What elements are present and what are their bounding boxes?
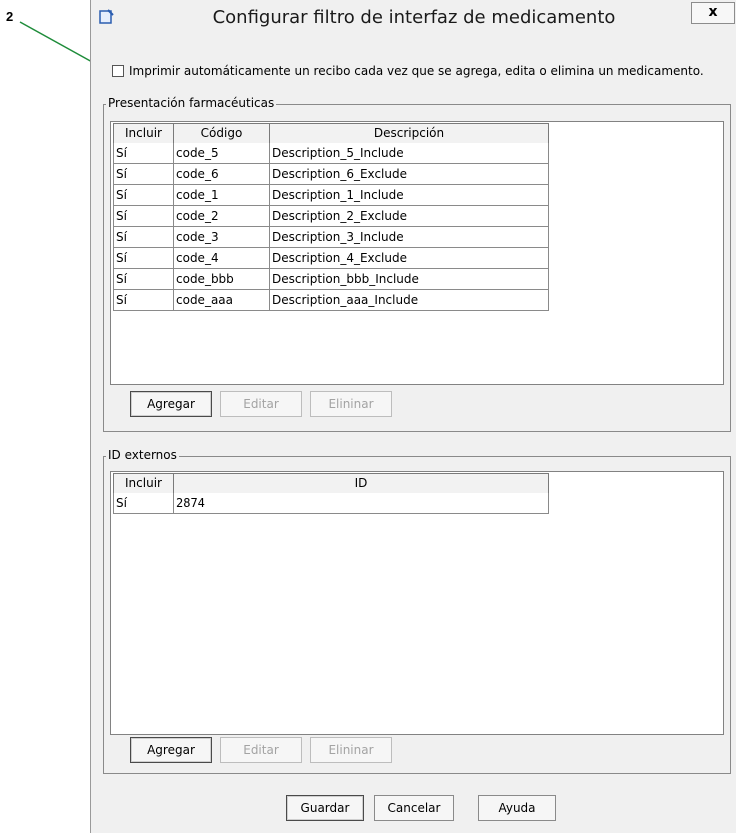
cell-incluir: Sí (113, 227, 174, 248)
help-button[interactable]: Ayuda (478, 795, 556, 821)
cell-descripcion: Description_5_Include (270, 143, 549, 164)
auto-print-label: Imprimir automáticamente un recibo cada … (129, 64, 704, 78)
cell-incluir: Sí (113, 269, 174, 290)
title-bar: Configurar filtro de interfaz de medicam… (91, 0, 736, 36)
cell-incluir: Sí (113, 493, 174, 514)
cell-incluir: Sí (113, 248, 174, 269)
column-header-id[interactable]: ID (173, 473, 549, 494)
dialog-title: Configurar filtro de interfaz de medicam… (212, 7, 616, 28)
delete-button[interactable]: Elininar (310, 737, 392, 763)
cell-descripcion: Description_2_Exclude (270, 206, 549, 227)
cancel-button[interactable]: Cancelar (374, 795, 454, 821)
presentations-group: Presentación farmacéuticas Incluir Códig… (103, 96, 731, 432)
cell-descripcion: Description_bbb_Include (270, 269, 549, 290)
cell-codigo: code_bbb (174, 269, 270, 290)
cell-codigo: code_6 (174, 164, 270, 185)
cell-incluir: Sí (113, 164, 174, 185)
cell-incluir: Sí (113, 290, 174, 311)
column-header-descripcion[interactable]: Descripción (269, 123, 549, 144)
cell-incluir: Sí (113, 143, 174, 164)
auto-print-checkbox[interactable] (112, 65, 124, 77)
edit-button[interactable]: Editar (220, 391, 302, 417)
add-button[interactable]: Agregar (130, 391, 212, 417)
cell-codigo: code_1 (174, 185, 270, 206)
cell-descripcion: Description_3_Include (270, 227, 549, 248)
configure-filter-dialog: Configurar filtro de interfaz de medicam… (90, 0, 736, 833)
column-header-incluir[interactable]: Incluir (113, 473, 174, 494)
cell-codigo: code_2 (174, 206, 270, 227)
external-ids-group: ID externos Incluir ID Sí 2874 Agregar E… (103, 448, 731, 774)
presentations-table[interactable]: Incluir Código Descripción Sí code_5 Des… (110, 121, 724, 385)
add-button[interactable]: Agregar (130, 737, 212, 763)
delete-button[interactable]: Elininar (310, 391, 392, 417)
external-ids-table[interactable]: Incluir ID Sí 2874 (110, 471, 724, 735)
column-header-codigo[interactable]: Código (173, 123, 270, 144)
close-button[interactable]: x (691, 2, 735, 24)
cell-incluir: Sí (113, 185, 174, 206)
cell-descripcion: Description_4_Exclude (270, 248, 549, 269)
cell-descripcion: Description_aaa_Include (270, 290, 549, 311)
column-header-incluir[interactable]: Incluir (113, 123, 174, 144)
cell-descripcion: Description_1_Include (270, 185, 549, 206)
external-ids-legend: ID externos (106, 448, 179, 462)
cell-id: 2874 (174, 493, 549, 514)
cell-codigo: code_5 (174, 143, 270, 164)
cell-codigo: code_3 (174, 227, 270, 248)
save-button[interactable]: Guardar (286, 795, 364, 821)
cell-codigo: code_4 (174, 248, 270, 269)
cell-codigo: code_aaa (174, 290, 270, 311)
edit-button[interactable]: Editar (220, 737, 302, 763)
presentations-legend: Presentación farmacéuticas (106, 96, 277, 110)
cell-descripcion: Description_6_Exclude (270, 164, 549, 185)
cell-incluir: Sí (113, 206, 174, 227)
